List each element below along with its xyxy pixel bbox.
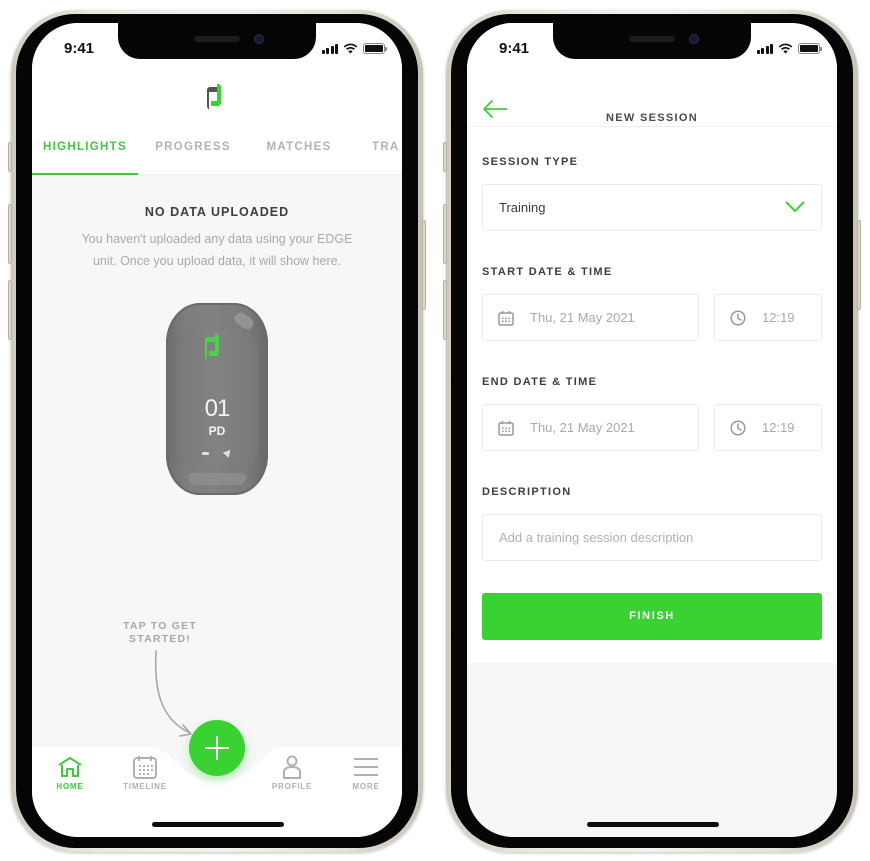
device-battery-icon bbox=[202, 452, 209, 455]
clock-icon bbox=[730, 420, 746, 436]
home-screen: 9:41 HIGHLIGHTS PROGRESS MATCHES TRA NO … bbox=[32, 23, 402, 837]
phone-frame-home: 9:41 HIGHLIGHTS PROGRESS MATCHES TRA NO … bbox=[8, 10, 426, 852]
add-session-button[interactable] bbox=[189, 720, 245, 776]
session-type-select[interactable]: Training bbox=[482, 184, 822, 231]
tab-highlights[interactable]: HIGHLIGHTS bbox=[32, 133, 138, 175]
battery-icon bbox=[798, 43, 822, 54]
start-date-value: Thu, 21 May 2021 bbox=[530, 310, 635, 325]
notch bbox=[553, 23, 751, 59]
app-logo bbox=[207, 84, 221, 110]
start-time-value: 12:19 bbox=[762, 310, 795, 325]
session-type-label: SESSION TYPE bbox=[482, 156, 579, 168]
new-session-form: NEW SESSION SESSION TYPE Training START … bbox=[467, 67, 837, 663]
description-placeholder: Add a training session description bbox=[499, 530, 694, 545]
home-indicator bbox=[152, 822, 284, 827]
home-icon bbox=[58, 757, 82, 777]
signal-icon bbox=[756, 43, 773, 54]
menu-icon bbox=[354, 758, 378, 776]
get-started-hint: TAP TO GET STARTED! bbox=[123, 620, 197, 645]
new-session-screen: 9:41 NEW SESSION SESSION TYPE Training S… bbox=[467, 23, 837, 837]
calendar-icon bbox=[133, 756, 157, 779]
wifi-icon bbox=[778, 43, 793, 54]
notch bbox=[118, 23, 316, 59]
end-time-field[interactable]: 12:19 bbox=[714, 404, 822, 451]
device-location-icon bbox=[222, 447, 234, 458]
tab-matches[interactable]: MATCHES bbox=[256, 133, 342, 175]
description-label: DESCRIPTION bbox=[482, 486, 572, 498]
edge-device-illustration: 01 PD bbox=[166, 303, 268, 495]
empty-state-text: You haven't uploaded any data using your… bbox=[81, 232, 353, 268]
home-indicator bbox=[587, 822, 719, 827]
calendar-icon bbox=[498, 311, 514, 326]
status-icons bbox=[321, 43, 387, 54]
tab-training[interactable]: TRA bbox=[372, 133, 402, 175]
session-type-value: Training bbox=[499, 200, 546, 215]
calendar-icon bbox=[498, 421, 514, 436]
volume-up-button bbox=[443, 204, 447, 264]
phone-frame-new-session: 9:41 NEW SESSION SESSION TYPE Training S… bbox=[443, 10, 861, 852]
start-time-field[interactable]: 12:19 bbox=[714, 294, 822, 341]
nav-more[interactable]: MORE bbox=[336, 755, 396, 795]
empty-state-title: NO DATA UPLOADED bbox=[144, 205, 290, 219]
status-time: 9:41 bbox=[64, 40, 95, 57]
page-title: NEW SESSION bbox=[606, 112, 698, 124]
device-code: PD bbox=[208, 424, 226, 438]
end-datetime-label: END DATE & TIME bbox=[482, 376, 598, 388]
power-button bbox=[422, 220, 426, 310]
clock-icon bbox=[730, 310, 746, 326]
end-time-value: 12:19 bbox=[762, 420, 795, 435]
battery-icon bbox=[363, 43, 387, 54]
volume-down-button bbox=[8, 280, 12, 340]
power-button bbox=[857, 220, 861, 310]
hint-arrow-icon bbox=[154, 650, 192, 737]
app-header: HIGHLIGHTS PROGRESS MATCHES TRA bbox=[32, 67, 402, 175]
device-logo-icon bbox=[205, 334, 219, 360]
start-datetime-label: START DATE & TIME bbox=[482, 266, 613, 278]
nav-home[interactable]: HOME bbox=[40, 755, 100, 795]
wifi-icon bbox=[343, 43, 358, 54]
nav-profile[interactable]: PROFILE bbox=[262, 755, 322, 795]
section-tabs: HIGHLIGHTS PROGRESS MATCHES TRA bbox=[32, 133, 402, 175]
volume-up-button bbox=[8, 204, 12, 264]
end-date-value: Thu, 21 May 2021 bbox=[530, 420, 635, 435]
nav-timeline[interactable]: TIMELINE bbox=[115, 755, 175, 795]
mute-switch bbox=[8, 142, 12, 172]
tab-progress[interactable]: PROGRESS bbox=[148, 133, 238, 175]
end-date-field[interactable]: Thu, 21 May 2021 bbox=[482, 404, 699, 451]
device-number: 01 bbox=[204, 395, 231, 422]
status-icons bbox=[756, 43, 822, 54]
status-time: 9:41 bbox=[499, 40, 530, 57]
person-icon bbox=[283, 755, 301, 779]
signal-icon bbox=[321, 43, 338, 54]
description-input[interactable]: Add a training session description bbox=[482, 514, 822, 561]
finish-button[interactable]: FINISH bbox=[482, 593, 822, 640]
start-date-field[interactable]: Thu, 21 May 2021 bbox=[482, 294, 699, 341]
mute-switch bbox=[443, 142, 447, 172]
volume-down-button bbox=[443, 280, 447, 340]
chevron-down-icon bbox=[785, 201, 805, 213]
